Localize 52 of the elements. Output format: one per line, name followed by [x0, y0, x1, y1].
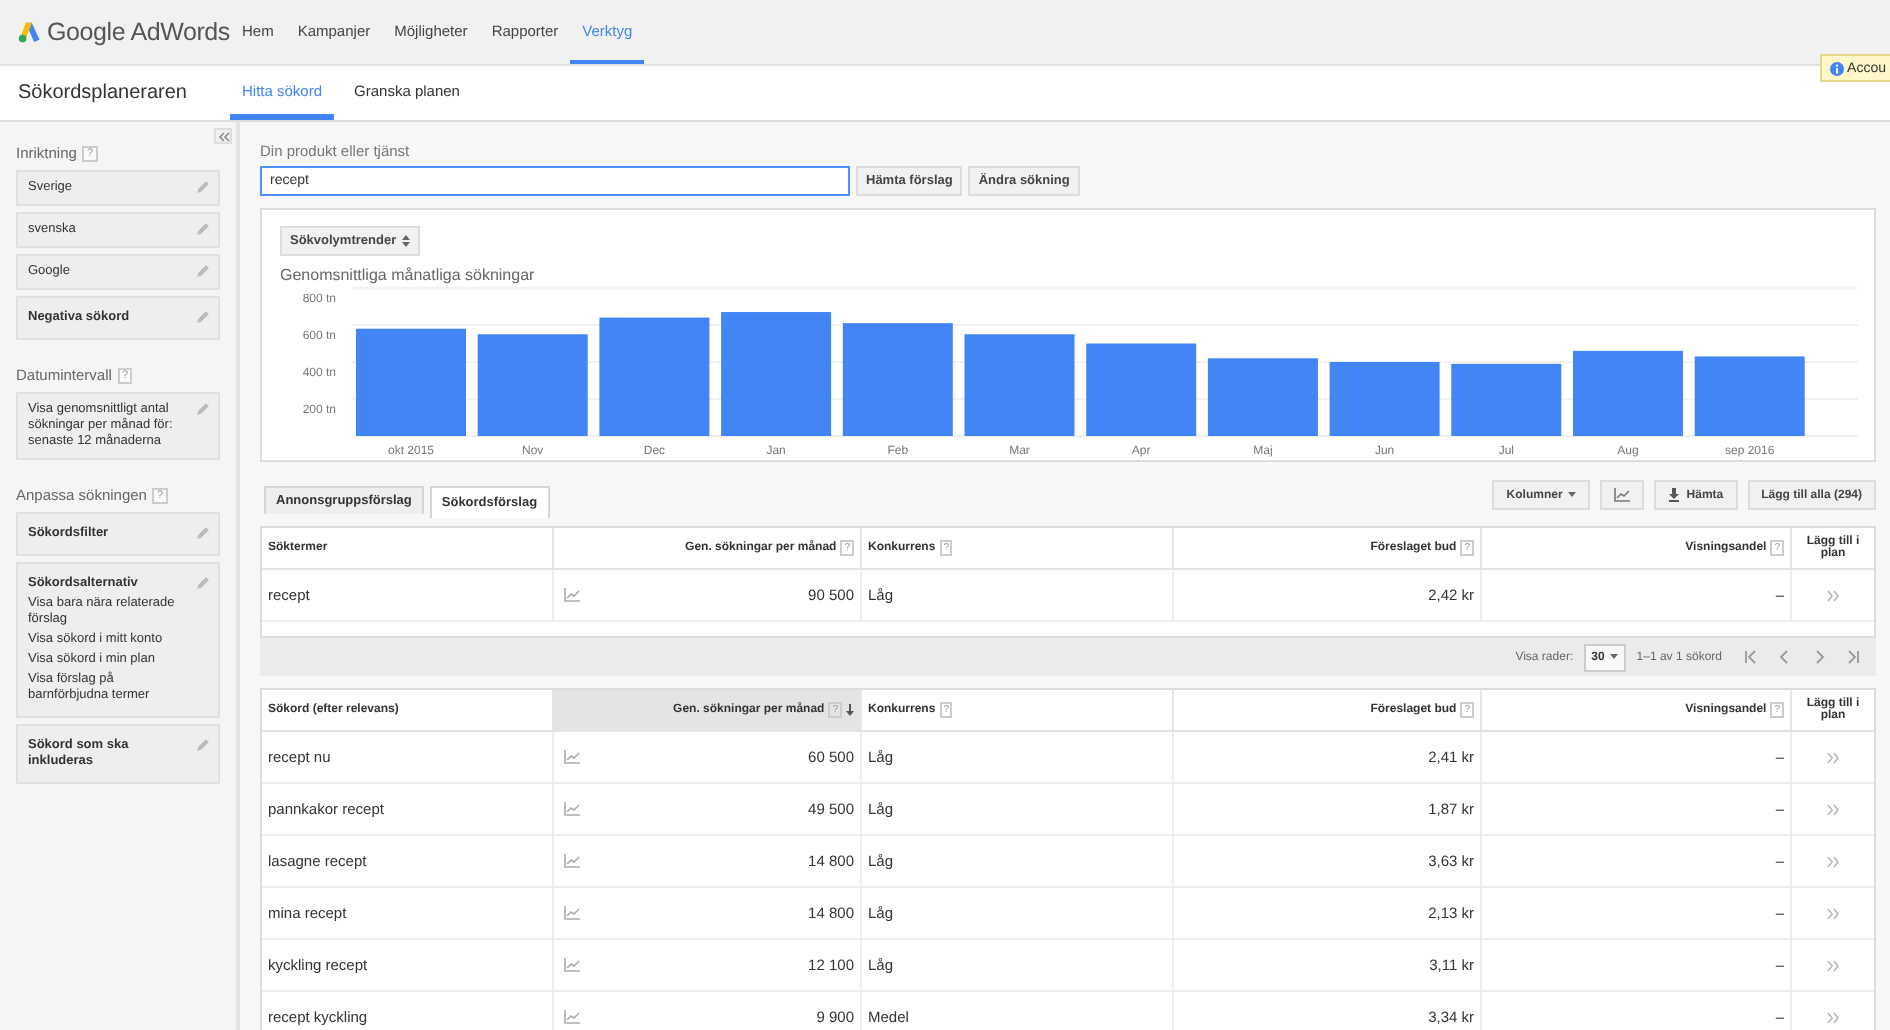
- bar: [842, 323, 953, 436]
- caret-down-icon: [1568, 492, 1577, 498]
- logo-icon: [18, 18, 42, 46]
- pencil-icon[interactable]: [196, 222, 210, 236]
- logo-text: Google AdWords: [47, 18, 230, 46]
- bar: [1694, 356, 1805, 436]
- first-page-icon[interactable]: [1744, 650, 1758, 664]
- trend-icon[interactable]: [564, 802, 580, 816]
- line-chart-icon: [1614, 488, 1631, 502]
- double-chevron-icon[interactable]: [1826, 855, 1840, 867]
- bar: [721, 312, 832, 436]
- pencil-icon[interactable]: [196, 526, 210, 540]
- bar: [1329, 362, 1440, 436]
- pencil-icon[interactable]: [196, 180, 210, 194]
- pencil-icon[interactable]: [196, 264, 210, 278]
- double-chevron-left-icon: [217, 131, 229, 141]
- trend-icon[interactable]: [564, 750, 580, 764]
- pencil-icon[interactable]: [196, 402, 210, 416]
- chart-button[interactable]: [1600, 480, 1645, 510]
- last-page-icon[interactable]: [1846, 650, 1860, 664]
- bar: [1451, 363, 1562, 436]
- info-icon: [1829, 61, 1844, 75]
- pencil-icon[interactable]: [196, 576, 210, 590]
- bar: [1573, 350, 1683, 436]
- sort-arrow-icon: [846, 704, 854, 716]
- bar: [964, 334, 1075, 436]
- double-chevron-icon[interactable]: [1826, 959, 1840, 971]
- trend-icon[interactable]: [564, 588, 580, 602]
- trend-icon[interactable]: [564, 958, 580, 972]
- double-chevron-icon[interactable]: [1826, 1011, 1840, 1023]
- trend-icon[interactable]: [564, 906, 580, 920]
- trend-icon[interactable]: [564, 854, 580, 868]
- caret-down-icon: [1610, 654, 1619, 660]
- double-chevron-icon[interactable]: [1826, 589, 1840, 601]
- page-title: Sökordsplaneraren: [18, 82, 189, 104]
- next-page-icon[interactable]: [1812, 650, 1826, 664]
- bar: [1207, 358, 1318, 436]
- bar: [1086, 343, 1197, 436]
- download-icon: [1668, 488, 1681, 502]
- pencil-icon[interactable]: [196, 310, 210, 324]
- double-chevron-icon[interactable]: [1826, 803, 1840, 815]
- bar: [356, 328, 466, 436]
- collapse-button[interactable]: [214, 128, 232, 144]
- double-chevron-icon[interactable]: [1826, 751, 1840, 763]
- bar: [599, 317, 710, 436]
- bar: [477, 334, 588, 436]
- previous-page-icon[interactable]: [1778, 650, 1792, 664]
- trend-icon[interactable]: [564, 1010, 580, 1024]
- double-chevron-icon[interactable]: [1826, 907, 1840, 919]
- chart-title: Genomsnittliga månatliga sökningar: [280, 266, 537, 284]
- up-down-caret-icon: [402, 234, 411, 248]
- pencil-icon[interactable]: [196, 738, 210, 752]
